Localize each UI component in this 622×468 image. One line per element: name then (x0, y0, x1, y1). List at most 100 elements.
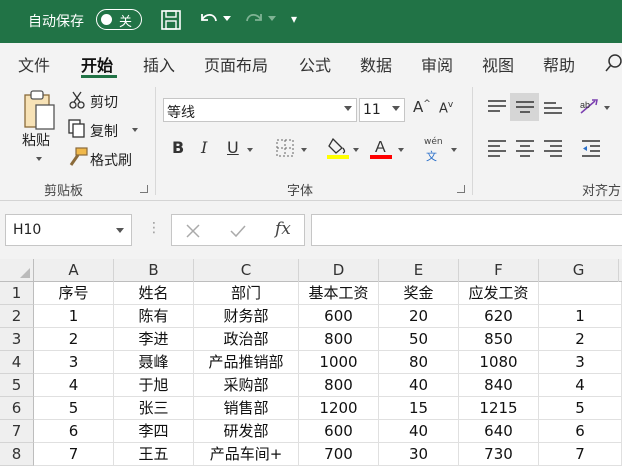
grid-cell[interactable]: 20 (379, 305, 459, 328)
grid-cell[interactable]: 奖金 (379, 282, 459, 305)
paste-icon[interactable] (22, 89, 58, 131)
grid-cell[interactable]: 销售部 (194, 397, 299, 420)
select-all-button[interactable] (0, 259, 34, 282)
column-header-g[interactable]: G (539, 259, 619, 282)
align-left-icon[interactable] (486, 139, 508, 157)
grid-cell[interactable]: 6 (34, 420, 114, 443)
grid-cell[interactable]: 40 (379, 420, 459, 443)
grid-cell[interactable]: 产品车间+ (194, 443, 299, 466)
undo-icon[interactable] (197, 9, 221, 31)
grid-cell[interactable]: 于旭 (114, 374, 194, 397)
tab-page-layout[interactable]: 页面布局 (204, 52, 268, 76)
name-box[interactable]: H10 (5, 214, 132, 246)
column-header-a[interactable]: A (34, 259, 114, 282)
grid-cell[interactable]: 800 (299, 374, 379, 397)
tab-review[interactable]: 审阅 (421, 52, 453, 76)
grid-cell[interactable]: 5 (539, 397, 622, 420)
column-header-c[interactable]: C (194, 259, 299, 282)
tab-data[interactable]: 数据 (360, 52, 392, 76)
copy-dropdown-icon[interactable] (132, 128, 138, 132)
decrease-font-icon[interactable]: Av (439, 100, 453, 116)
grid-cell[interactable]: 3 (539, 351, 622, 374)
row-header[interactable]: 6 (0, 397, 34, 420)
align-right-icon[interactable] (542, 139, 564, 157)
grid-cell[interactable]: 李四 (114, 420, 194, 443)
paste-button[interactable]: 粘贴 (22, 130, 50, 150)
tab-help[interactable]: 帮助 (543, 52, 575, 76)
grid-cell[interactable]: 2 (34, 328, 114, 351)
row-header[interactable]: 8 (0, 443, 34, 466)
grid-cell[interactable]: 850 (459, 328, 539, 351)
save-icon[interactable] (160, 9, 182, 31)
grid-cell[interactable]: 4 (34, 374, 114, 397)
redo-icon[interactable] (242, 9, 266, 31)
fill-color-icon[interactable] (327, 136, 349, 160)
cancel-icon[interactable] (185, 223, 201, 239)
grid-cell[interactable]: 王五 (114, 443, 194, 466)
grid-cell[interactable]: 采购部 (194, 374, 299, 397)
grid-cell[interactable]: 5 (34, 397, 114, 420)
underline-dropdown-icon[interactable] (247, 148, 253, 152)
row-header[interactable]: 2 (0, 305, 34, 328)
insert-function-icon[interactable]: fx (275, 219, 291, 239)
grid-cell[interactable]: 640 (459, 420, 539, 443)
search-icon[interactable] (604, 53, 622, 73)
grid-cell[interactable]: 7 (34, 443, 114, 466)
tab-view[interactable]: 视图 (482, 52, 514, 76)
font-launcher-icon[interactable] (457, 185, 465, 193)
align-top-icon[interactable] (486, 98, 508, 116)
grid-cell[interactable]: 40 (379, 374, 459, 397)
font-color-dropdown-icon[interactable] (398, 148, 404, 152)
decrease-indent-icon[interactable] (580, 139, 602, 157)
grid-cell[interactable]: 序号 (34, 282, 114, 305)
font-color-icon[interactable]: A (370, 136, 392, 160)
grid-cell[interactable]: 1 (34, 305, 114, 328)
align-center-icon[interactable] (514, 139, 536, 157)
grid-cell[interactable]: 部门 (194, 282, 299, 305)
orientation-dropdown-icon[interactable] (604, 106, 610, 110)
paste-dropdown-icon[interactable] (36, 157, 42, 161)
borders-dropdown-icon[interactable] (301, 148, 307, 152)
grid-cell[interactable]: 张三 (114, 397, 194, 420)
borders-icon[interactable] (275, 138, 295, 158)
grid-cell[interactable]: 1080 (459, 351, 539, 374)
grid-cell[interactable]: 600 (299, 305, 379, 328)
grid-cell[interactable]: 产品推销部 (194, 351, 299, 374)
grid-cell[interactable]: 800 (299, 328, 379, 351)
grid-cell[interactable]: 聂峰 (114, 351, 194, 374)
grid-cell[interactable]: 姓名 (114, 282, 194, 305)
row-header[interactable]: 1 (0, 282, 34, 305)
grid-cell[interactable]: 600 (299, 420, 379, 443)
autosave-toggle[interactable]: 关 (96, 9, 142, 30)
column-header-f[interactable]: F (459, 259, 539, 282)
grid-cell[interactable]: 2 (539, 328, 622, 351)
column-header-b[interactable]: B (114, 259, 194, 282)
bold-button[interactable]: B (172, 138, 184, 157)
tab-insert[interactable]: 插入 (143, 52, 175, 76)
grid-cell[interactable]: 基本工资 (299, 282, 379, 305)
column-header-d[interactable]: D (299, 259, 379, 282)
increase-font-icon[interactable]: A^ (413, 98, 431, 116)
column-header-e[interactable]: E (379, 259, 459, 282)
redo-dropdown-icon[interactable] (268, 16, 276, 22)
grid-cell[interactable]: 政治部 (194, 328, 299, 351)
italic-button[interactable]: I (201, 138, 207, 157)
align-bottom-icon[interactable] (542, 98, 564, 116)
grid-cell[interactable]: 30 (379, 443, 459, 466)
customize-toolbar-icon[interactable]: ▾ (291, 12, 297, 26)
grid-cell[interactable]: 研发部 (194, 420, 299, 443)
orientation-icon[interactable]: ab (578, 96, 602, 118)
fill-color-dropdown-icon[interactable] (353, 148, 359, 152)
undo-dropdown-icon[interactable] (223, 16, 231, 22)
grid-cell[interactable]: 李进 (114, 328, 194, 351)
grid-cell[interactable]: 1200 (299, 397, 379, 420)
grid-cell[interactable]: 6 (539, 420, 622, 443)
grid-cell[interactable]: 应发工资 (459, 282, 539, 305)
cut-button[interactable]: 剪切 (90, 92, 118, 112)
grid-cell[interactable]: 陈有 (114, 305, 194, 328)
grid-cell[interactable]: 15 (379, 397, 459, 420)
row-header[interactable]: 3 (0, 328, 34, 351)
tab-home[interactable]: 开始 (81, 52, 113, 76)
grid-cell[interactable]: 财务部 (194, 305, 299, 328)
grid-cell[interactable]: 620 (459, 305, 539, 328)
